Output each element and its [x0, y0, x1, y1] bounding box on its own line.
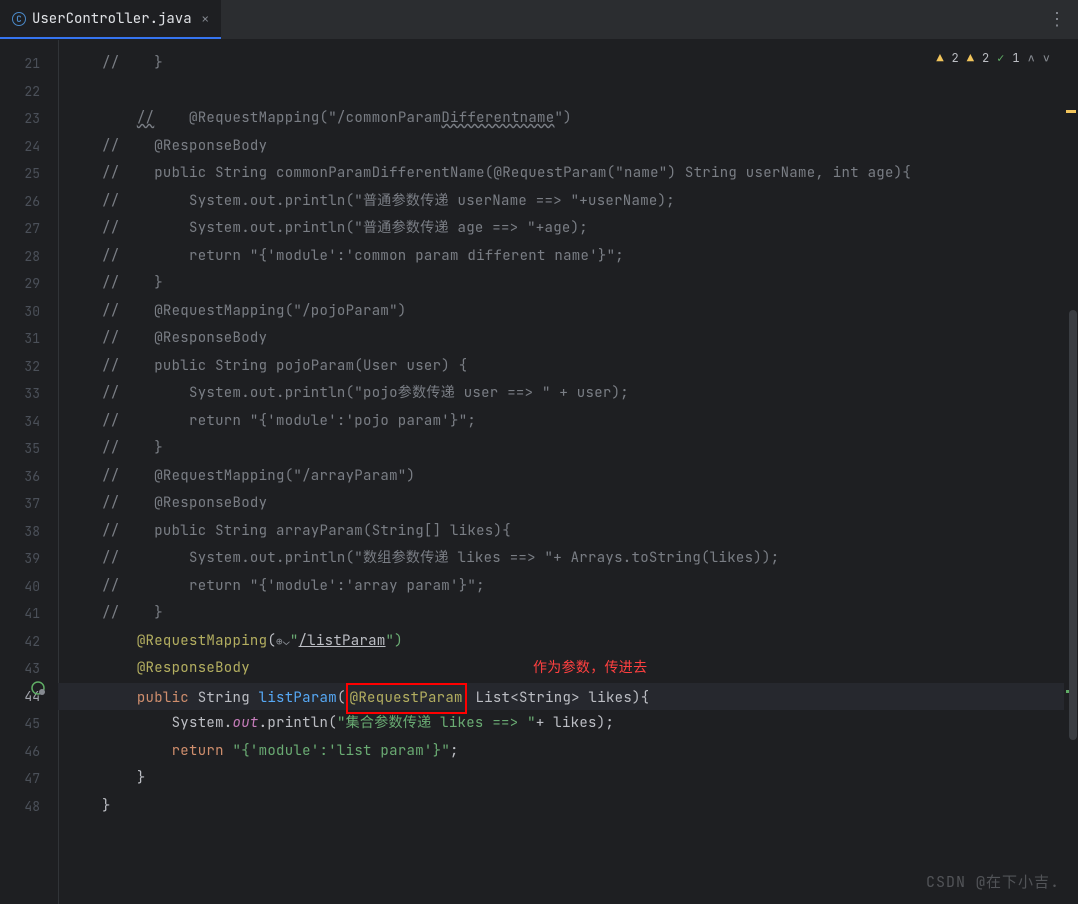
line-number[interactable]: 40 — [0, 573, 58, 601]
code-line: return "{'module':'list param'}"; — [58, 738, 1078, 766]
line-number[interactable]: 30 — [0, 298, 58, 326]
code-line — [58, 78, 1078, 106]
endpoint-gutter-icon[interactable] — [30, 680, 46, 701]
line-number[interactable]: 43 — [0, 655, 58, 683]
line-number[interactable]: 23 — [0, 105, 58, 133]
code-line: // @RequestMapping("/commonParamDifferen… — [58, 105, 1078, 133]
code-line: // } — [58, 270, 1078, 298]
code-line-current: public String listParam(@RequestParam Li… — [58, 683, 1078, 711]
code-line: // return "{'module':'array param'}"; — [58, 573, 1078, 601]
code-line: @ResponseBody 作为参数，传进去 — [58, 655, 1078, 683]
editor: 2122232425262728293031323334353637383940… — [0, 40, 1078, 904]
globe-icon[interactable]: ⊕⌄ — [276, 635, 290, 649]
code-line: // @RequestMapping("/pojoParam") — [58, 298, 1078, 326]
line-number[interactable]: 29 — [0, 270, 58, 298]
line-number[interactable]: 25 — [0, 160, 58, 188]
tab-filename: UserController.java — [32, 10, 192, 28]
code-line: // System.out.println("数组参数传递 likes ==> … — [58, 545, 1078, 573]
line-number[interactable]: 22 — [0, 78, 58, 106]
line-number[interactable]: 48 — [0, 793, 58, 821]
code-line: @RequestMapping(⊕⌄"/listParam") — [58, 628, 1078, 656]
more-menu-icon[interactable]: ⋮ — [1048, 8, 1066, 31]
line-number[interactable]: 45 — [0, 710, 58, 738]
code-line: // public String commonParamDifferentNam… — [58, 160, 1078, 188]
line-number[interactable]: 21 — [0, 50, 58, 78]
code-line: // @ResponseBody — [58, 133, 1078, 161]
line-number[interactable]: 44 — [0, 683, 58, 711]
code-line: // System.out.println("普通参数传递 age ==> "+… — [58, 215, 1078, 243]
line-number[interactable]: 47 — [0, 765, 58, 793]
line-number[interactable]: 42 — [0, 628, 58, 656]
line-number[interactable]: 38 — [0, 518, 58, 546]
line-number[interactable]: 37 — [0, 490, 58, 518]
scrollbar-thumb[interactable] — [1069, 310, 1077, 740]
code-line: // System.out.println("pojo参数传递 user ==>… — [58, 380, 1078, 408]
java-class-icon: C — [12, 12, 26, 26]
code-line: // @ResponseBody — [58, 325, 1078, 353]
line-number[interactable]: 33 — [0, 380, 58, 408]
scrollbar[interactable] — [1064, 40, 1078, 904]
code-line: System.out.println("集合参数传递 likes ==> "+ … — [58, 710, 1078, 738]
line-number[interactable]: 46 — [0, 738, 58, 766]
scrollbar-warning-mark[interactable] — [1066, 110, 1076, 113]
line-number[interactable]: 26 — [0, 188, 58, 216]
annotation-callout: 作为参数，传进去 — [533, 655, 647, 683]
line-number[interactable]: 32 — [0, 353, 58, 381]
code-line: // public String pojoParam(User user) { — [58, 353, 1078, 381]
watermark: CSDN @在下小吉. — [926, 871, 1060, 892]
code-line: // } — [58, 435, 1078, 463]
code-line: // @RequestMapping("/arrayParam") — [58, 463, 1078, 491]
line-number[interactable]: 31 — [0, 325, 58, 353]
close-icon[interactable]: ✕ — [202, 11, 209, 27]
code-line: } — [58, 793, 1078, 821]
gutter: 2122232425262728293031323334353637383940… — [0, 40, 58, 904]
code-area[interactable]: ▲2 ▲2 ✓1 ∧ ∨ // } // @RequestMapping("/c… — [58, 40, 1078, 904]
code-line: // } — [58, 50, 1078, 78]
line-number[interactable]: 35 — [0, 435, 58, 463]
code-line: // public String arrayParam(String[] lik… — [58, 518, 1078, 546]
tab-bar: C UserController.java ✕ ⋮ — [0, 0, 1078, 40]
code-line: // return "{'module':'pojo param'}"; — [58, 408, 1078, 436]
code-line: // } — [58, 600, 1078, 628]
line-number[interactable]: 41 — [0, 600, 58, 628]
line-number[interactable]: 28 — [0, 243, 58, 271]
file-tab[interactable]: C UserController.java ✕ — [0, 0, 221, 39]
code-line: // @ResponseBody — [58, 490, 1078, 518]
line-number[interactable]: 34 — [0, 408, 58, 436]
code-line: } — [58, 765, 1078, 793]
line-number[interactable]: 39 — [0, 545, 58, 573]
line-number[interactable]: 27 — [0, 215, 58, 243]
line-number[interactable]: 36 — [0, 463, 58, 491]
code-line: // return "{'module':'common param diffe… — [58, 243, 1078, 271]
line-number[interactable]: 24 — [0, 133, 58, 161]
code-line: // System.out.println("普通参数传递 userName =… — [58, 188, 1078, 216]
